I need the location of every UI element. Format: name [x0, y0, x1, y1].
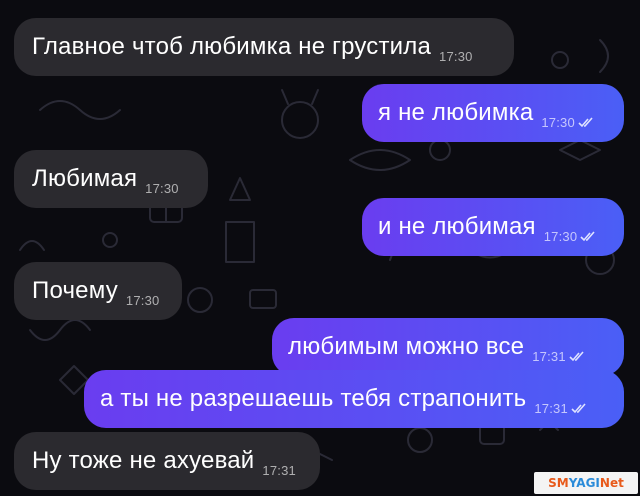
message-time: 17:31	[534, 401, 587, 416]
message-time: 17:30	[541, 115, 594, 130]
message-outgoing[interactable]: я не любимка 17:30	[362, 84, 624, 142]
message-incoming[interactable]: Почему 17:30	[14, 262, 182, 320]
message-outgoing[interactable]: и не любимая 17:30	[362, 198, 624, 256]
message-time: 17:31	[262, 463, 296, 478]
message-time: 17:30	[544, 229, 597, 244]
double-check-icon	[578, 117, 593, 128]
message-outgoing[interactable]: а ты не разрешаешь тебя страпонить 17:31	[84, 370, 624, 428]
message-text: любимым можно все	[288, 333, 525, 360]
message-text: Любимая	[32, 165, 138, 192]
message-text: Почему	[32, 277, 118, 304]
message-text: а ты не разрешаешь тебя страпонить	[100, 385, 527, 412]
message-time: 17:30	[125, 293, 160, 308]
message-incoming[interactable]: Любимая 17:30	[14, 150, 208, 208]
double-check-icon	[569, 351, 584, 362]
message-incoming[interactable]: Ну тоже не ахуевай 17:31	[14, 432, 320, 490]
message-time: 17:30	[439, 49, 473, 64]
chat-message-list: Главное чтоб любимка не грустила 17:30 я…	[0, 0, 640, 496]
message-outgoing[interactable]: любимым можно все 17:31	[272, 318, 624, 376]
double-check-icon	[580, 231, 595, 242]
double-check-icon	[571, 403, 586, 414]
message-text: Главное чтоб любимка не грустила	[32, 33, 432, 60]
message-incoming[interactable]: Главное чтоб любимка не грустила 17:30	[14, 18, 514, 76]
message-time: 17:31	[532, 349, 585, 364]
site-watermark-logo: SM YAGI Net	[534, 472, 638, 494]
message-text: Ну тоже не ахуевай	[32, 447, 255, 474]
message-text: я не любимка	[378, 99, 534, 126]
message-text: и не любимая	[378, 213, 536, 240]
message-time: 17:30	[145, 181, 179, 196]
